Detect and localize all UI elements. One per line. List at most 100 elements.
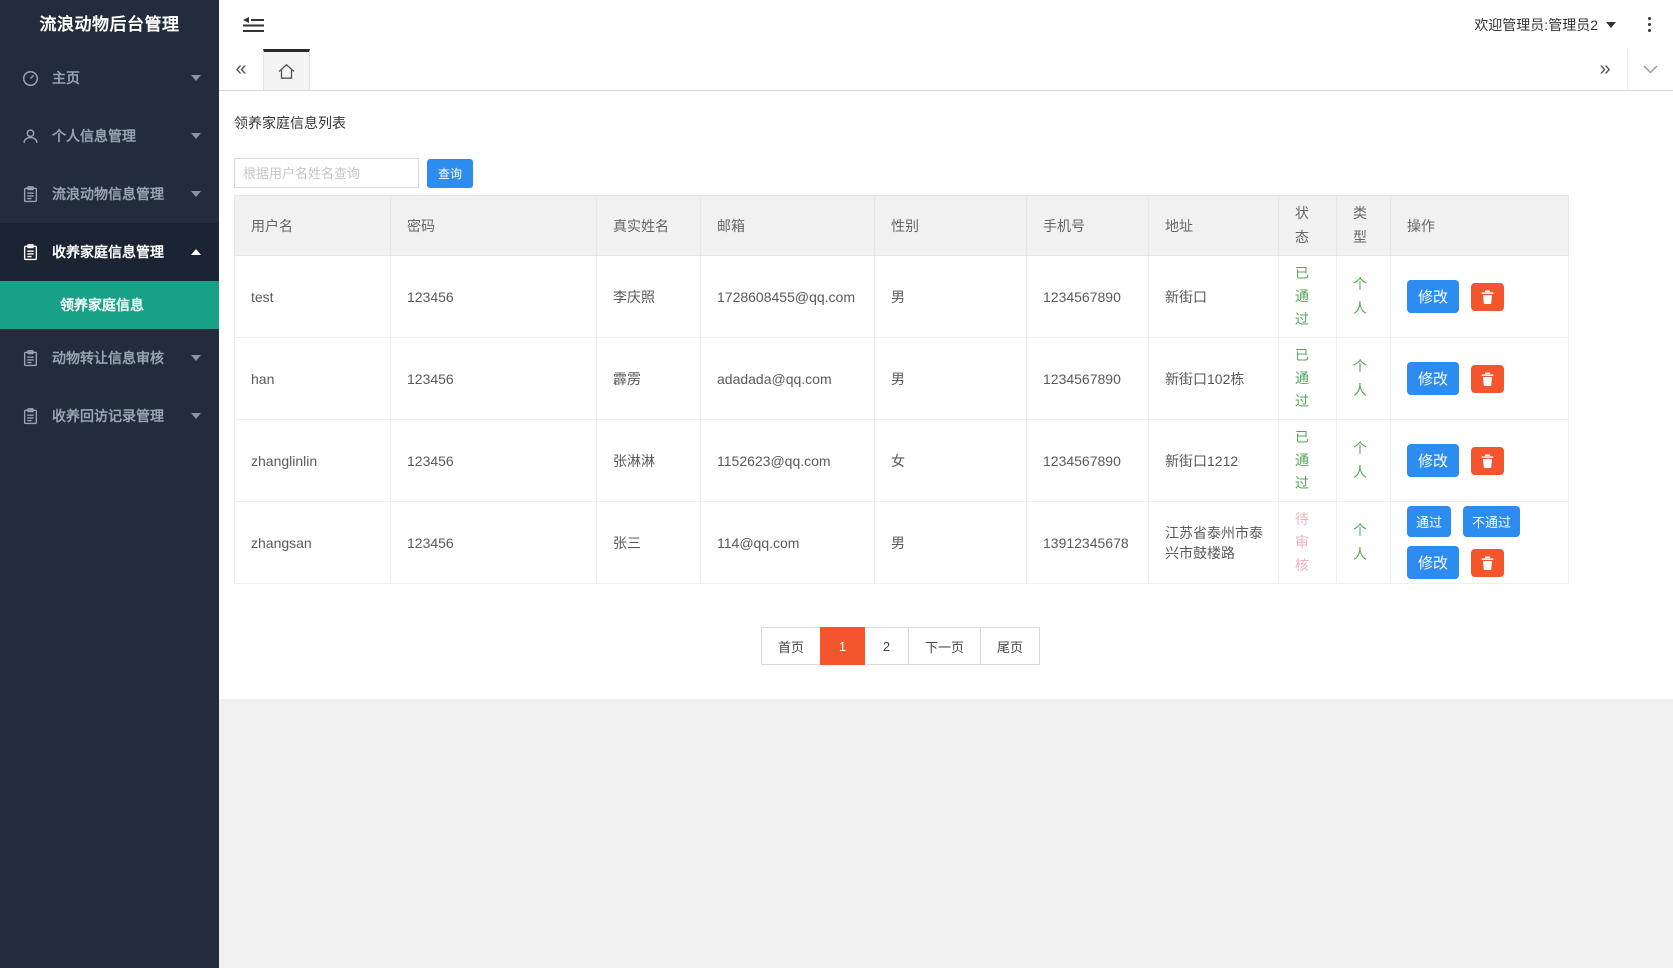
status-badge: 已通过: [1295, 426, 1311, 495]
collapse-sidebar-button[interactable]: [241, 12, 267, 38]
sidebar-item-personal-info[interactable]: 个人信息管理: [0, 107, 219, 165]
column-header-gender: 性别: [875, 196, 1027, 256]
sidebar-item-label: 个人信息管理: [52, 126, 136, 146]
cell-password: 123456: [391, 502, 597, 584]
sidebar-item-home[interactable]: 主页: [0, 49, 219, 107]
clipboard-icon: [22, 408, 39, 425]
cell-actions: 通过 不通过 修改: [1391, 502, 1569, 584]
table-wrap: 用户名 密码 真实姓名 邮箱 性别 手机号 地址 状态 类型 操作: [234, 195, 1568, 665]
cell-gender: 男: [875, 502, 1027, 584]
edit-button[interactable]: 修改: [1407, 362, 1459, 395]
collapse-sidebar-icon: [243, 16, 265, 34]
pagination: 首页 1 2 下一页 尾页: [234, 627, 1568, 665]
table-row: zhanglinlin 123456 张淋淋 1152623@qq.com 女 …: [235, 420, 1569, 502]
sidebar-item-animal-transfer-review[interactable]: 动物转让信息审核: [0, 329, 219, 387]
chevron-down-icon: [191, 191, 201, 197]
cell-email: adadada@qq.com: [701, 338, 875, 420]
approve-button[interactable]: 通过: [1407, 506, 1451, 537]
column-header-type: 类型: [1337, 196, 1391, 256]
edit-button[interactable]: 修改: [1407, 546, 1459, 579]
welcome-text: 欢迎管理员:管理员2: [1474, 15, 1598, 35]
cell-username: han: [235, 338, 391, 420]
table-header-row: 用户名 密码 真实姓名 邮箱 性别 手机号 地址 状态 类型 操作: [235, 196, 1569, 256]
cell-address: 新街口1212: [1149, 420, 1279, 502]
adoption-family-table: 用户名 密码 真实姓名 邮箱 性别 手机号 地址 状态 类型 操作: [234, 195, 1569, 584]
sidebar-item-stray-animal-info[interactable]: 流浪动物信息管理: [0, 165, 219, 223]
status-badge: 已通过: [1295, 344, 1311, 413]
type-badge: 个人: [1353, 273, 1369, 319]
topbar: 欢迎管理员:管理员2: [219, 0, 1673, 49]
home-icon: [277, 63, 296, 80]
user-icon: [22, 128, 39, 145]
tabs-scroll-left-button[interactable]: «: [219, 49, 263, 90]
clipboard-icon: [22, 244, 39, 261]
cell-username: test: [235, 256, 391, 338]
status-badge: 待审核: [1295, 508, 1311, 577]
cell-type: 个人: [1337, 420, 1391, 502]
cell-phone: 1234567890: [1027, 420, 1149, 502]
delete-button[interactable]: [1471, 365, 1504, 393]
trash-icon: [1481, 454, 1494, 468]
search-input[interactable]: [234, 158, 419, 188]
column-header-realname: 真实姓名: [597, 196, 701, 256]
edit-button[interactable]: 修改: [1407, 444, 1459, 477]
column-header-status: 状态: [1279, 196, 1337, 256]
content-area: 领养家庭信息列表 查询 用户名 密码 真实姓: [219, 91, 1673, 968]
cell-type: 个人: [1337, 502, 1391, 584]
column-header-phone: 手机号: [1027, 196, 1149, 256]
sidebar-item-label: 收养家庭信息管理: [52, 242, 164, 262]
reject-button[interactable]: 不通过: [1463, 506, 1520, 537]
sidebar-item-adoption-family-info[interactable]: 收养家庭信息管理: [0, 223, 219, 281]
pagination-last[interactable]: 尾页: [980, 627, 1040, 665]
sidebar-subitem-adoption-family-info-active[interactable]: 领养家庭信息: [0, 281, 219, 329]
delete-button[interactable]: [1471, 549, 1504, 577]
clipboard-icon: [22, 350, 39, 367]
tabs-scroll-right-button[interactable]: »: [1583, 49, 1627, 90]
cell-realname: 霹雳: [597, 338, 701, 420]
tabs-menu-button[interactable]: [1627, 49, 1673, 90]
sidebar-item-label: 主页: [52, 68, 80, 88]
cell-status: 已通过: [1279, 256, 1337, 338]
caret-down-icon: [1606, 22, 1616, 28]
pagination-next[interactable]: 下一页: [908, 627, 981, 665]
pagination-first[interactable]: 首页: [761, 627, 821, 665]
sidebar-item-followup-records[interactable]: 收养回访记录管理: [0, 387, 219, 445]
cell-realname: 李庆照: [597, 256, 701, 338]
sidebar-item-label: 收养回访记录管理: [52, 406, 164, 426]
cell-realname: 张淋淋: [597, 420, 701, 502]
page-title: 领养家庭信息列表: [234, 113, 1658, 133]
delete-button[interactable]: [1471, 447, 1504, 475]
pagination-page-1[interactable]: 1: [820, 627, 865, 665]
edit-button[interactable]: 修改: [1407, 280, 1459, 313]
type-badge: 个人: [1353, 355, 1369, 401]
cell-phone: 13912345678: [1027, 502, 1149, 584]
cell-username: zhanglinlin: [235, 420, 391, 502]
column-header-password: 密码: [391, 196, 597, 256]
delete-button[interactable]: [1471, 283, 1504, 311]
cell-address: 新街口102栋: [1149, 338, 1279, 420]
sidebar-item-label: 动物转让信息审核: [52, 348, 164, 368]
search-button[interactable]: 查询: [427, 159, 473, 188]
type-badge: 个人: [1353, 437, 1369, 483]
tab-home[interactable]: [263, 49, 310, 90]
cell-gender: 女: [875, 420, 1027, 502]
more-menu-button[interactable]: [1644, 13, 1655, 36]
admin-dropdown[interactable]: 欢迎管理员:管理员2: [1474, 15, 1616, 35]
chevron-down-icon: [191, 355, 201, 361]
sidebar: 流浪动物后台管理 主页 个人信息管理 流浪动物信息管理: [0, 0, 219, 968]
cell-address: 新街口: [1149, 256, 1279, 338]
tabbar: « »: [219, 49, 1673, 91]
trash-icon: [1481, 372, 1494, 386]
cell-address: 江苏省泰州市泰兴市鼓楼路: [1149, 502, 1279, 584]
column-header-username: 用户名: [235, 196, 391, 256]
dashboard-icon: [22, 70, 39, 87]
cell-status: 已通过: [1279, 338, 1337, 420]
cell-phone: 1234567890: [1027, 256, 1149, 338]
sidebar-item-label: 流浪动物信息管理: [52, 184, 164, 204]
cell-password: 123456: [391, 338, 597, 420]
column-header-email: 邮箱: [701, 196, 875, 256]
cell-phone: 1234567890: [1027, 338, 1149, 420]
table-row: zhangsan 123456 张三 114@qq.com 男 13912345…: [235, 502, 1569, 584]
cell-gender: 男: [875, 256, 1027, 338]
pagination-page-2[interactable]: 2: [864, 627, 909, 665]
